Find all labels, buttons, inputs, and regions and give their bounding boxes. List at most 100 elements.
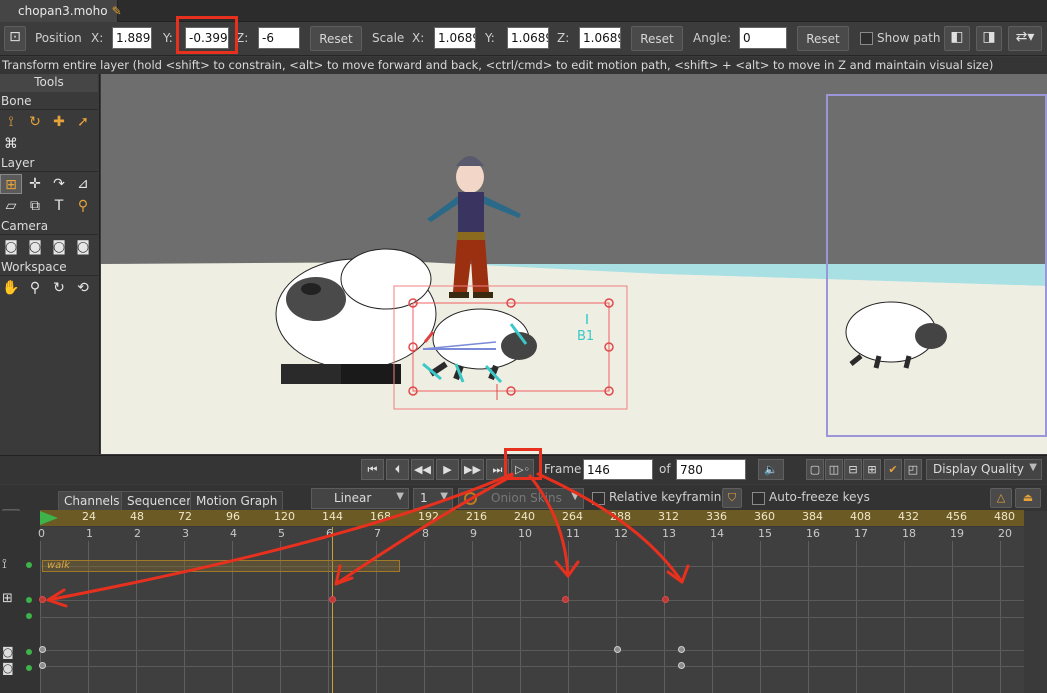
select-bone-icon[interactable]: ⟟ [0, 112, 22, 132]
seconds-label: 19 [950, 527, 964, 540]
show-path-checkbox[interactable] [860, 32, 873, 45]
chevron-down-icon: ▼ [1029, 462, 1037, 473]
position-reset-button[interactable]: Reset [310, 26, 362, 51]
document-title: chopan3.moho [18, 4, 108, 18]
scale-reset-button[interactable]: Reset [631, 26, 683, 51]
next-frame-icon[interactable]: ▶▶ [461, 459, 484, 480]
keyframe[interactable] [614, 646, 621, 653]
chevron-down-icon: ▼ [440, 491, 448, 502]
keyframe[interactable] [39, 596, 46, 603]
camera-pan-tilt-icon[interactable]: ◙ [72, 237, 94, 257]
set-origin-icon[interactable]: ⊿ [72, 174, 94, 194]
swap-arrows-icon[interactable]: ⇄▾ [1008, 26, 1042, 51]
ruler-tick-label: 288 [610, 510, 631, 523]
keyframe[interactable] [662, 596, 669, 603]
scale-y-field[interactable]: 1.0689 [507, 27, 549, 49]
scale-y-label: Y: [485, 31, 495, 45]
view-quad-icon[interactable]: ⊞ [863, 459, 881, 480]
display-quality-label: Display Quality [933, 462, 1024, 476]
previous-frame-icon[interactable]: ◀◀ [411, 459, 434, 480]
zoom-icon[interactable]: ⚲ [24, 278, 46, 298]
tab-channels[interactable]: Channels [58, 491, 126, 510]
auto-freeze-label: Auto-freeze keys [769, 490, 870, 504]
camera-zoom-icon[interactable]: ◙ [24, 237, 46, 257]
angle-field[interactable]: 0 [739, 27, 787, 49]
track-line [40, 650, 1024, 651]
collapse-up-icon[interactable]: △ [990, 488, 1012, 508]
relative-keyframing-checkbox[interactable] [592, 492, 605, 505]
ruler-tick-label: 456 [946, 510, 967, 523]
position-x-field[interactable]: 1.8894 [112, 27, 152, 49]
camera-roll-icon[interactable]: ◙ [48, 237, 70, 257]
hand-pan-icon[interactable]: ✋ [0, 278, 22, 298]
rotate-workspace-icon[interactable]: ↻ [48, 278, 70, 298]
camera-track-icon[interactable]: ◙ [0, 237, 22, 257]
angle-reset-button[interactable]: Reset [797, 26, 849, 51]
keyframe[interactable] [39, 646, 46, 653]
scale-x-field[interactable]: 1.0689 [434, 27, 476, 49]
view-split-vertical-icon[interactable]: ◫ [825, 459, 843, 480]
track-line [40, 600, 1024, 601]
ruler-tick-label: 312 [658, 510, 679, 523]
view-split-horizontal-icon[interactable]: ⊟ [844, 459, 862, 480]
reparent-bone-icon[interactable]: ➚ [72, 112, 94, 132]
ruler-tick-label: 216 [466, 510, 487, 523]
transform-bone-icon[interactable]: ↻ [24, 112, 46, 132]
frame-field[interactable]: 146 [583, 459, 653, 480]
ruler-tick-label: 240 [514, 510, 535, 523]
keyframe[interactable] [562, 596, 569, 603]
scale-label: Scale [372, 31, 405, 45]
document-tab[interactable]: chopan3.moho ✎ [0, 0, 122, 22]
interpolation-dropdown[interactable]: Linear ▼ [311, 488, 409, 509]
shear-icon[interactable]: ▱ [0, 196, 22, 216]
seconds-label: 18 [902, 527, 916, 540]
layer-channel-icon: ⊞ [2, 591, 13, 606]
bone-strength-icon[interactable]: ⌘ [0, 134, 22, 154]
scale-z-field[interactable]: 1.0689 [579, 27, 621, 49]
tab-sequencer[interactable]: Sequencer [121, 491, 198, 510]
play-icon[interactable]: ▶ [436, 459, 459, 480]
ruler-tick-label: 120 [274, 510, 295, 523]
orbit-workspace-icon[interactable]: ⟲ [72, 278, 94, 298]
checkmark-icon[interactable]: ✔ [884, 459, 902, 480]
timeline-tracks[interactable]: 0 1 2 3 4 5 6 7 8 9 10 11 12 13 14 15 16 17 18 19 20 walk [38, 527, 1024, 693]
speaker-icon[interactable]: 🔈 [758, 459, 784, 480]
position-z-field[interactable]: -6 [258, 27, 300, 49]
bounding-box-icon[interactable]: ◰ [904, 459, 922, 480]
text-icon[interactable]: T [48, 196, 70, 216]
rewind-to-start-icon[interactable]: ⏮ [361, 459, 384, 480]
keyframe[interactable] [678, 662, 685, 669]
view-single-icon[interactable]: ▢ [806, 459, 824, 480]
relative-keyframing-label: Relative keyframing [609, 490, 729, 504]
flip-horizontal-icon[interactable]: ◧ [944, 26, 970, 51]
transform-layer-tool-icon[interactable]: ⊞ [0, 174, 22, 194]
annotation-box-y [176, 16, 238, 54]
move-icon[interactable]: ✛ [24, 174, 46, 194]
keyframe-shield-icon[interactable]: ⛉ [722, 488, 742, 508]
tab-motion-graph[interactable]: Motion Graph [190, 491, 284, 510]
timeline-channel-icons: ⟟ ⊞ ◙ ◙ [0, 511, 40, 693]
add-bone-icon[interactable]: ✚ [48, 112, 70, 132]
keyframe[interactable] [39, 662, 46, 669]
keyframe[interactable] [678, 646, 685, 653]
tools-title: Tools [0, 74, 98, 92]
keyframe[interactable] [329, 596, 336, 603]
seconds-label: 12 [614, 527, 628, 540]
scale-layer-icon[interactable]: ⧉ [24, 196, 46, 216]
step-dropdown[interactable]: 1 ▼ [413, 488, 453, 509]
timeline-zoom-icon[interactable]: ⏏ [1015, 488, 1041, 508]
angle-label: Angle: [693, 31, 732, 45]
eyedropper-icon[interactable]: ⚲ [72, 196, 94, 216]
ruler-tick-label: 408 [850, 510, 871, 523]
flip-vertical-icon[interactable]: ◨ [976, 26, 1002, 51]
step-back-icon[interactable]: ⏴ [386, 459, 409, 480]
display-quality-dropdown[interactable]: Display Quality ▼ [926, 459, 1042, 480]
auto-freeze-checkbox[interactable] [752, 492, 765, 505]
walk-action-bar[interactable]: walk [42, 560, 400, 572]
seconds-label: 5 [278, 527, 285, 540]
playhead-start-icon[interactable] [40, 511, 58, 525]
ruler-tick-label: 168 [370, 510, 391, 523]
frame-ruler[interactable]: 24 48 72 96 120 144 168 192 216 240 264 288 312 336 36… [40, 510, 1024, 526]
rotate-icon[interactable]: ↷ [48, 174, 70, 194]
total-frames-field[interactable]: 780 [676, 459, 746, 480]
